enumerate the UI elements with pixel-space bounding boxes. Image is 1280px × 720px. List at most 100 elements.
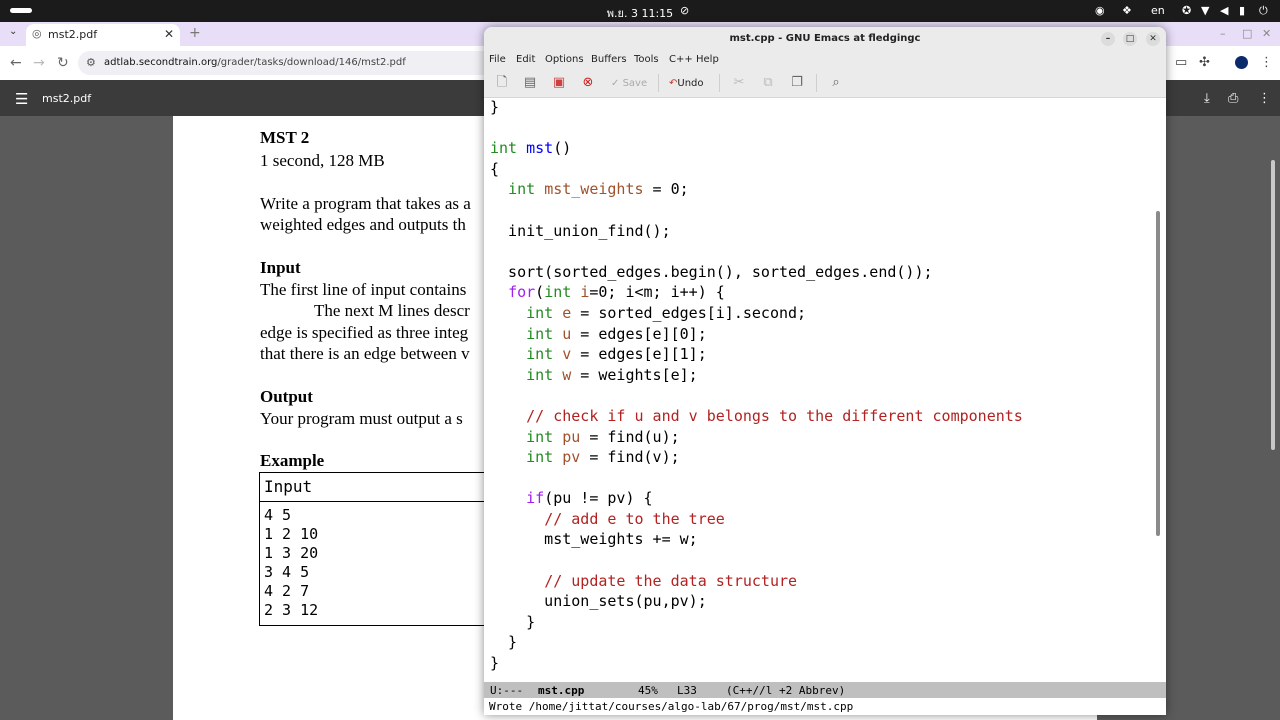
system-top-bar: พ.ย. 3 11:15 ⊘ ◉ ❖ en ✪ ▼ ◀ ▮ ⏻: [0, 0, 1280, 22]
tab-search-chevron-icon[interactable]: ⌄: [9, 26, 17, 37]
menu-buffers[interactable]: Buffers: [591, 54, 627, 65]
emacs-toolbar: 🗋 ▤ ▣ ⊗ ✓ Save ↶Undo ✂ ⧉ ❐ ⌕: [484, 69, 1166, 98]
close-window-icon[interactable]: ✕: [1262, 27, 1271, 40]
example-input-label: Input: [264, 477, 313, 496]
problem-limits: 1 second, 128 MB: [260, 151, 385, 170]
problem-title: MST 2: [260, 128, 310, 147]
modeline-mode[interactable]: (C++//l +2 Abbrev): [726, 684, 845, 697]
emacs-close-icon[interactable]: ✕: [1146, 32, 1160, 46]
pdf-scrollbar[interactable]: [1271, 160, 1275, 450]
paste-icon[interactable]: ❐: [789, 75, 805, 91]
emacs-title: mst.cpp - GNU Emacs at fledgingc: [729, 33, 921, 44]
new-tab-icon[interactable]: +: [189, 25, 201, 41]
emacs-minibuffer[interactable]: Wrote /home/jittat/courses/algo-lab/67/p…: [484, 698, 1166, 715]
pdf-filename: mst2.pdf: [42, 92, 92, 105]
menu-options[interactable]: Options: [545, 54, 584, 65]
accessibility-icon[interactable]: ✪: [1182, 4, 1191, 17]
table-divider: [260, 501, 520, 502]
input-heading: Input: [260, 258, 301, 277]
forward-icon[interactable]: →: [33, 55, 45, 71]
code-line: int u = edges[e][0];: [526, 324, 707, 343]
app-indicator-icon[interactable]: ◉: [1095, 4, 1105, 17]
close-buffer-icon[interactable]: ⊗: [580, 75, 596, 91]
code-line: int e = sorted_edges[i].second;: [526, 303, 807, 322]
url-host: adtlab.secondtrain.org: [104, 57, 218, 68]
emacs-titlebar[interactable]: mst.cpp - GNU Emacs at fledgingc – □ ✕: [484, 27, 1166, 51]
clock[interactable]: พ.ย. 3 11:15: [0, 4, 1280, 22]
code-line: int w = weights[e];: [526, 365, 698, 384]
cut-icon[interactable]: ✂: [731, 75, 747, 91]
intro-line-1: Write a program that takes as a: [260, 194, 471, 213]
save-button[interactable]: ✓ Save: [611, 76, 647, 92]
code-line: }: [490, 612, 536, 631]
language-indicator[interactable]: en: [1151, 4, 1165, 17]
cast-icon[interactable]: ▭: [1175, 55, 1187, 70]
modeline-buffer-name[interactable]: mst.cpp: [538, 684, 584, 697]
input-line-3: edge is specified as three integ: [260, 323, 469, 342]
back-icon[interactable]: ←: [10, 55, 22, 71]
code-line: }: [490, 654, 500, 673]
chrome-menu-icon[interactable]: ⋮: [1260, 55, 1273, 70]
dropbox-icon[interactable]: ❖: [1122, 4, 1132, 17]
download-icon[interactable]: ⤓: [1204, 91, 1210, 106]
output-line-1: Your program must output a s: [260, 409, 463, 428]
menu-file[interactable]: File: [489, 54, 506, 65]
close-tab-icon[interactable]: ✕: [164, 27, 174, 41]
emacs-scrollbar[interactable]: [1156, 211, 1160, 536]
menu-edit[interactable]: Edit: [516, 54, 535, 65]
emacs-minimize-icon[interactable]: –: [1101, 32, 1115, 46]
undo-label: Undo: [677, 78, 704, 89]
menu-help[interactable]: Help: [696, 54, 719, 65]
wifi-icon[interactable]: ▼: [1201, 4, 1209, 17]
toolbar-separator: [816, 74, 817, 92]
pdf-more-icon[interactable]: ⋮: [1258, 91, 1271, 106]
code-line: // check if u and v belongs to the diffe…: [526, 406, 1023, 425]
pdf-menu-icon[interactable]: ☰: [15, 90, 28, 108]
output-heading: Output: [260, 387, 313, 406]
open-folder-icon[interactable]: ▤: [522, 75, 538, 91]
emacs-menubar: File Edit Options Buffers Tools C++ Help: [484, 51, 1166, 69]
menu-cpp[interactable]: C++: [669, 54, 693, 65]
volume-icon[interactable]: ◀: [1220, 4, 1228, 17]
address-bar[interactable]: ⚙ adtlab.secondtrain.org/grader/tasks/do…: [78, 51, 508, 75]
code-line: }: [490, 633, 518, 652]
extensions-icon[interactable]: ✣: [1199, 55, 1210, 70]
code-line: sort(sorted_edges.begin(), sorted_edges.…: [490, 262, 933, 281]
minibuffer-message: Wrote /home/jittat/courses/algo-lab/67/p…: [489, 700, 854, 713]
profile-avatar[interactable]: [1235, 56, 1248, 69]
modeline-state: U:---: [490, 684, 524, 697]
power-icon[interactable]: ⏻: [1259, 4, 1268, 18]
example-input-rows: 4 5 1 2 10 1 3 20 3 4 5 4 2 7 2 3 12: [264, 506, 318, 620]
search-icon[interactable]: ⌕: [828, 75, 844, 91]
site-info-icon[interactable]: ⚙: [86, 56, 96, 69]
code-editor[interactable]: } int mst() { int mst_weights = 0; init_…: [490, 97, 1150, 683]
open-directory-icon[interactable]: ▣: [551, 75, 567, 91]
code-line: int pv = find(v);: [526, 448, 680, 467]
emacs-maximize-icon[interactable]: □: [1123, 32, 1137, 46]
reload-icon[interactable]: ↻: [57, 55, 69, 71]
notification-icon[interactable]: ⊘: [680, 4, 689, 17]
battery-icon[interactable]: ▮: [1239, 4, 1245, 17]
example-heading: Example: [260, 451, 325, 470]
code-line: }: [490, 98, 500, 116]
example-table: Input 4 5 1 2 10 1 3 20 3 4 5 4 2 7 2 3 …: [259, 472, 520, 626]
toolbar-separator: [658, 74, 659, 92]
new-file-icon[interactable]: 🗋: [494, 75, 510, 91]
maximize-icon[interactable]: □: [1242, 27, 1252, 40]
undo-button[interactable]: ↶Undo: [669, 76, 704, 92]
copy-icon[interactable]: ⧉: [760, 75, 776, 91]
print-icon[interactable]: ⎙: [1228, 91, 1238, 106]
browser-tab[interactable]: ◎ mst2.pdf ✕: [26, 24, 180, 46]
modeline-percent: 45%: [638, 684, 658, 697]
code-line: // add e to the tree: [544, 509, 725, 528]
url-path: /grader/tasks/download/146/mst2.pdf: [217, 57, 406, 68]
menu-tools[interactable]: Tools: [634, 54, 659, 65]
globe-icon: ◎: [32, 27, 42, 40]
minimize-icon[interactable]: –: [1220, 27, 1226, 40]
example-row: 3 4 5: [264, 563, 310, 581]
